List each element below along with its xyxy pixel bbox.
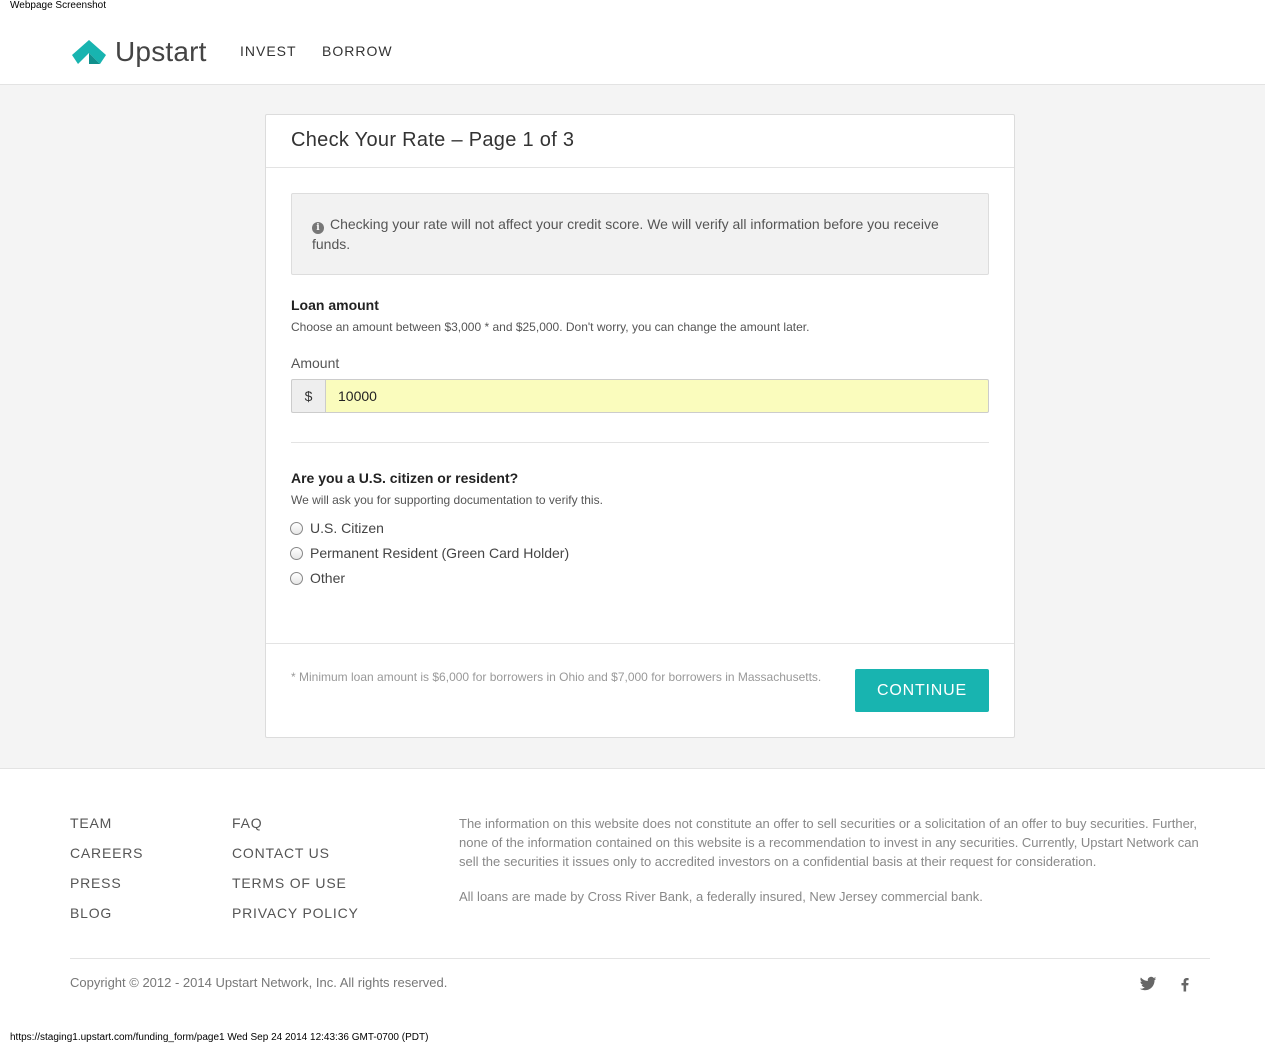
loan-amount-title: Loan amount	[291, 297, 379, 313]
card-footer-divider	[266, 643, 1014, 644]
radio-us-citizen[interactable]: U.S. Citizen	[290, 520, 384, 536]
facebook-icon[interactable]	[1176, 975, 1194, 993]
print-footer: https://staging1.upstart.com/funding_for…	[10, 1032, 429, 1043]
radio-permanent-resident[interactable]: Permanent Resident (Green Card Holder)	[290, 545, 569, 561]
top-navbar: Upstart INVEST BORROW	[0, 12, 1265, 85]
bank-disclaimer: All loans are made by Cross River Bank, …	[459, 889, 983, 904]
nav-invest[interactable]: INVEST	[240, 43, 297, 59]
card-header-divider	[266, 167, 1014, 168]
print-header: Webpage Screenshot	[10, 0, 106, 11]
radio-label: Permanent Resident (Green Card Holder)	[310, 545, 570, 561]
upstart-logo[interactable]: Upstart	[70, 36, 207, 68]
footer-link-press[interactable]: PRESS	[70, 875, 121, 891]
amount-label: Amount	[291, 355, 340, 371]
securities-disclaimer: The information on this website does not…	[459, 816, 1199, 869]
credit-notice: i Checking your rate will not affect your…	[291, 193, 989, 275]
amount-input[interactable]	[325, 379, 989, 413]
radio-button[interactable]	[290, 546, 303, 560]
continue-button[interactable]: CONTINUE	[855, 669, 989, 712]
nav-borrow[interactable]: BORROW	[322, 43, 393, 59]
currency-addon: $	[291, 379, 325, 413]
section-divider	[291, 442, 989, 443]
credit-notice-text: Checking your rate will not affect your …	[312, 216, 939, 252]
footer-link-contact-us[interactable]: CONTACT US	[232, 845, 330, 861]
citizenship-help: We will ask you for supporting documenta…	[291, 493, 603, 507]
radio-label: Other	[310, 570, 346, 586]
loan-amount-help: Choose an amount between $3,000 * and $2…	[291, 320, 810, 334]
radio-button[interactable]	[290, 571, 303, 585]
footer-link-careers[interactable]: CAREERS	[70, 845, 143, 861]
footer-link-faq[interactable]: FAQ	[232, 815, 262, 831]
minimum-loan-footnote: * Minimum loan amount is $6,000 for borr…	[291, 670, 822, 684]
footer-link-blog[interactable]: BLOG	[70, 905, 112, 921]
footer-link-team[interactable]: TEAM	[70, 815, 112, 831]
footer-link-terms[interactable]: TERMS OF USE	[232, 875, 347, 891]
footer-link-privacy[interactable]: PRIVACY POLICY	[232, 905, 359, 921]
radio-button[interactable]	[290, 521, 303, 535]
brand-name: Upstart	[115, 36, 207, 67]
info-icon: i	[312, 222, 324, 234]
footer-divider	[70, 958, 1210, 959]
twitter-icon[interactable]	[1139, 975, 1157, 993]
radio-other[interactable]: Other	[290, 570, 345, 586]
copyright: Copyright © 2012 - 2014 Upstart Network,…	[70, 975, 448, 990]
citizenship-title: Are you a U.S. citizen or resident?	[291, 470, 519, 486]
page-title: Check Your Rate – Page 1 of 3	[291, 129, 575, 151]
radio-label: U.S. Citizen	[310, 520, 384, 536]
upstart-logo-icon	[72, 40, 106, 64]
amount-input-group: $	[291, 379, 989, 413]
rate-form-card: Check Your Rate – Page 1 of 3 i Checking …	[265, 114, 1015, 738]
